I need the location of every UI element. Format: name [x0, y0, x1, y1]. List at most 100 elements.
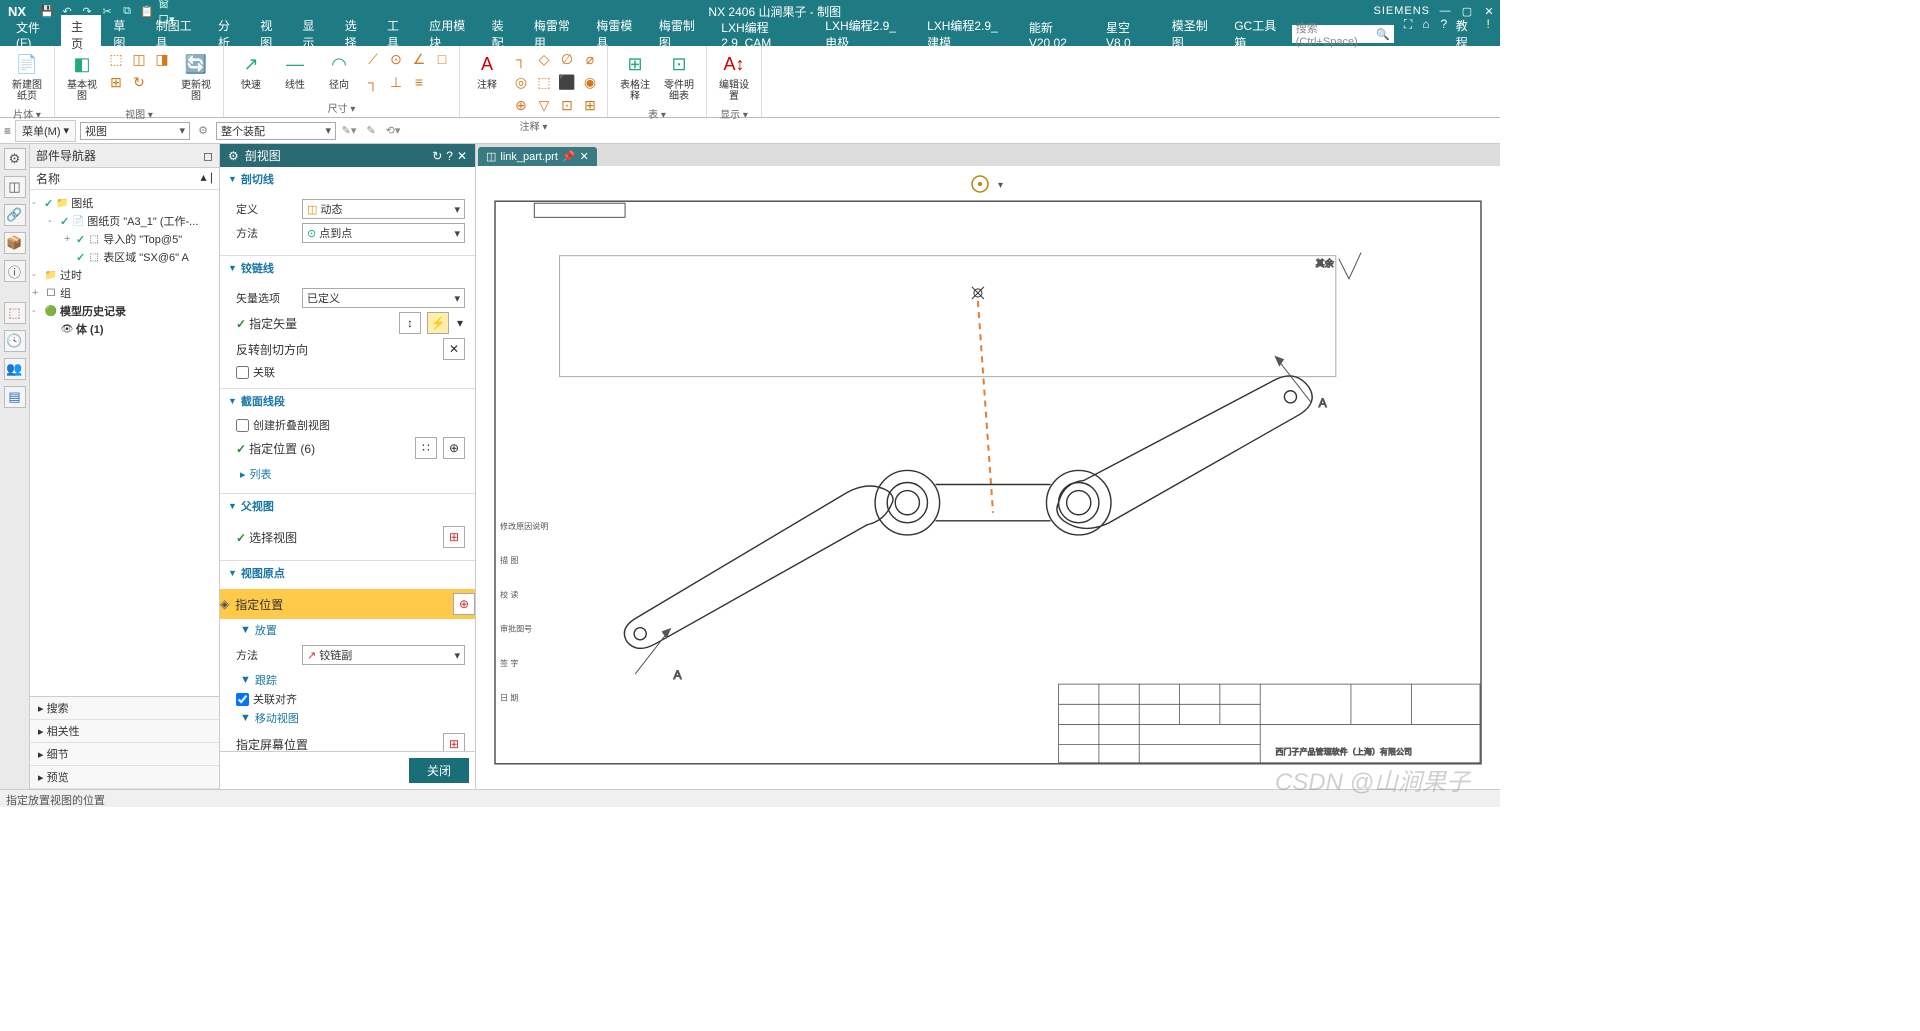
- tb-icon-3[interactable]: ⟲▾: [384, 122, 402, 140]
- menu-button[interactable]: 菜单(M) ▾: [15, 120, 76, 142]
- ribbon-small-button[interactable]: □: [431, 48, 453, 70]
- ribbon-tab[interactable]: 能新 V20.02: [1019, 16, 1094, 53]
- filter-combo-1[interactable]: 视图▾: [80, 122, 190, 140]
- maximize-icon[interactable]: ▢: [1460, 4, 1474, 18]
- nav-accordion[interactable]: ▸ 预览: [30, 766, 219, 789]
- ribbon-tab[interactable]: 模圣制图: [1162, 14, 1222, 54]
- tree-node[interactable]: -✓📄图纸页 "A3_1" (工作-...: [32, 212, 217, 230]
- ribbon-small-button[interactable]: ⟋: [362, 48, 384, 70]
- definition-combo[interactable]: ◫ 动态▾: [302, 199, 465, 219]
- menu-hamburger-icon[interactable]: ≡: [4, 124, 11, 138]
- section-seg-header[interactable]: ▼截面线段: [220, 389, 475, 413]
- tree-node[interactable]: +☐组: [32, 284, 217, 302]
- ribbon-small-button[interactable]: ⊕: [510, 94, 532, 116]
- filter-icon[interactable]: ⚙: [194, 122, 212, 140]
- vector-option-combo[interactable]: 已定义▾: [302, 288, 465, 308]
- select-view-button[interactable]: ⊞: [443, 526, 465, 548]
- placement-toggle[interactable]: ▼放置: [236, 619, 465, 641]
- ribbon-button[interactable]: 🔄更新视图: [175, 48, 217, 104]
- screen-pos-button[interactable]: ⊞: [443, 733, 465, 751]
- tree-node[interactable]: -🟢模型历史记录: [32, 302, 217, 320]
- ribbon-button[interactable]: A注释: [466, 48, 508, 93]
- ribbon-small-button[interactable]: ⌀: [579, 48, 601, 70]
- vector-picker-icon[interactable]: ↕: [399, 312, 421, 334]
- assembly-combo[interactable]: 整个装配▾: [216, 122, 336, 140]
- dialog-close-icon[interactable]: ✕: [457, 149, 467, 163]
- ribbon-tab[interactable]: LXH编程2.9_建模: [917, 14, 1017, 54]
- tutorial-label[interactable]: 教程: [1456, 17, 1476, 51]
- ribbon-group-label[interactable]: 尺寸 ▾: [230, 98, 453, 115]
- dialog-close-button[interactable]: 关闭: [409, 758, 469, 783]
- tree-node[interactable]: -✓📁图纸: [32, 194, 217, 212]
- help-home-icon[interactable]: ⌂: [1420, 17, 1432, 31]
- ribbon-tab[interactable]: 星空 V8.0: [1096, 16, 1160, 53]
- ribbon-small-button[interactable]: ⬛: [556, 71, 578, 93]
- rail-help-icon[interactable]: ⓘ: [4, 260, 26, 282]
- ribbon-group-label[interactable]: 注释 ▾: [466, 116, 601, 133]
- ribbon-small-button[interactable]: ▽: [533, 94, 555, 116]
- ribbon-small-button[interactable]: ◫: [128, 48, 150, 70]
- ribbon-button[interactable]: 📄新建图纸页: [6, 48, 48, 104]
- ribbon-small-button[interactable]: ≡: [408, 71, 430, 93]
- file-tab[interactable]: ◫ link_part.prt 📌 ✕: [478, 147, 597, 166]
- ribbon-small-button[interactable]: ∅: [556, 48, 578, 70]
- specify-vector-label[interactable]: 指定矢量: [236, 315, 393, 332]
- ribbon-small-button[interactable]: ⬚: [105, 48, 127, 70]
- ribbon-group-label[interactable]: 显示 ▾: [713, 104, 755, 121]
- ribbon-button[interactable]: —线性: [274, 48, 316, 93]
- tree-node[interactable]: 👁体 (1): [32, 320, 217, 338]
- command-search[interactable]: 搜索 (Ctrl+Space) 🔍: [1292, 25, 1394, 43]
- nav-accordion[interactable]: ▸ 搜索: [30, 697, 219, 720]
- section-origin-header[interactable]: ▼视图原点: [220, 561, 475, 585]
- section-cutline-header[interactable]: ▼剖切线: [220, 167, 475, 191]
- ribbon-small-button[interactable]: ⬚: [533, 71, 555, 93]
- help-icon[interactable]: ?: [1438, 17, 1450, 31]
- nav-accordion[interactable]: ▸ 相关性: [30, 720, 219, 743]
- gear-icon[interactable]: ⚙: [228, 149, 239, 163]
- ribbon-small-button[interactable]: ⊡: [556, 94, 578, 116]
- ribbon-small-button[interactable]: ⊞: [105, 71, 127, 93]
- ribbon-small-button[interactable]: ⊥: [385, 71, 407, 93]
- nav-column-name[interactable]: 名称: [36, 170, 201, 187]
- vector-auto-icon[interactable]: ⚡: [427, 312, 449, 334]
- move-view-toggle[interactable]: ▼移动视图: [236, 707, 465, 729]
- specify-location-button[interactable]: ⊕: [453, 593, 475, 615]
- section-hinge-header[interactable]: ▼铰链线: [220, 256, 475, 280]
- method-combo[interactable]: ⊙ 点到点▾: [302, 223, 465, 243]
- dialog-help-icon[interactable]: ?: [446, 149, 453, 163]
- section-parent-header[interactable]: ▼父视图: [220, 494, 475, 518]
- file-tab-pin-icon[interactable]: 📌: [562, 150, 576, 163]
- fold-checkbox[interactable]: 创建折叠剖视图: [236, 417, 465, 433]
- ribbon-small-button[interactable]: ⊙: [385, 48, 407, 70]
- ribbon-tab[interactable]: LXH编程2.9_电极: [815, 14, 915, 54]
- tracking-toggle[interactable]: ▼跟踪: [236, 669, 465, 691]
- ribbon-group-label[interactable]: 视图 ▾: [61, 104, 217, 121]
- rail-history-icon[interactable]: ⬚: [4, 302, 26, 324]
- rail-roles-icon[interactable]: 👥: [4, 358, 26, 380]
- ribbon-small-button[interactable]: ┐: [362, 71, 384, 93]
- ribbon-button[interactable]: ◧基本视图: [61, 48, 103, 104]
- ribbon-small-button[interactable]: ◇: [533, 48, 555, 70]
- ribbon-button[interactable]: ↗快速: [230, 48, 272, 93]
- dialog-reset-icon[interactable]: ↻: [432, 149, 442, 163]
- rail-clock-icon[interactable]: 🕓: [4, 330, 26, 352]
- ribbon-button[interactable]: A↕编辑设置: [713, 48, 755, 104]
- tree-node[interactable]: +✓⬚导入的 "Top@5": [32, 230, 217, 248]
- drawing-canvas[interactable]: ▾ 其余: [476, 166, 1500, 789]
- ribbon-small-button[interactable]: ◉: [579, 71, 601, 93]
- point-target-icon[interactable]: ⊕: [443, 437, 465, 459]
- minimize-icon[interactable]: —: [1438, 4, 1452, 18]
- reverse-direction-button[interactable]: ✕: [443, 338, 465, 360]
- rail-assembly-icon[interactable]: ◫: [4, 176, 26, 198]
- rail-draft-icon[interactable]: ▤: [4, 386, 26, 408]
- point-picker-icon[interactable]: ∷: [415, 437, 437, 459]
- ribbon-small-button[interactable]: ┐: [510, 48, 532, 70]
- list-toggle[interactable]: ▸列表: [236, 463, 465, 485]
- tree-node[interactable]: ✓⬚表区域 "SX@6" A: [32, 248, 217, 266]
- navigator-pin-icon[interactable]: ◻: [203, 149, 213, 163]
- ribbon-small-button[interactable]: ◨: [151, 48, 173, 70]
- ribbon-group-label[interactable]: 片体 ▾: [6, 104, 48, 121]
- place-method-combo[interactable]: ↗ 铰链副▾: [302, 645, 465, 665]
- associative-checkbox[interactable]: 关联: [236, 364, 465, 380]
- rail-reuse-icon[interactable]: 📦: [4, 232, 26, 254]
